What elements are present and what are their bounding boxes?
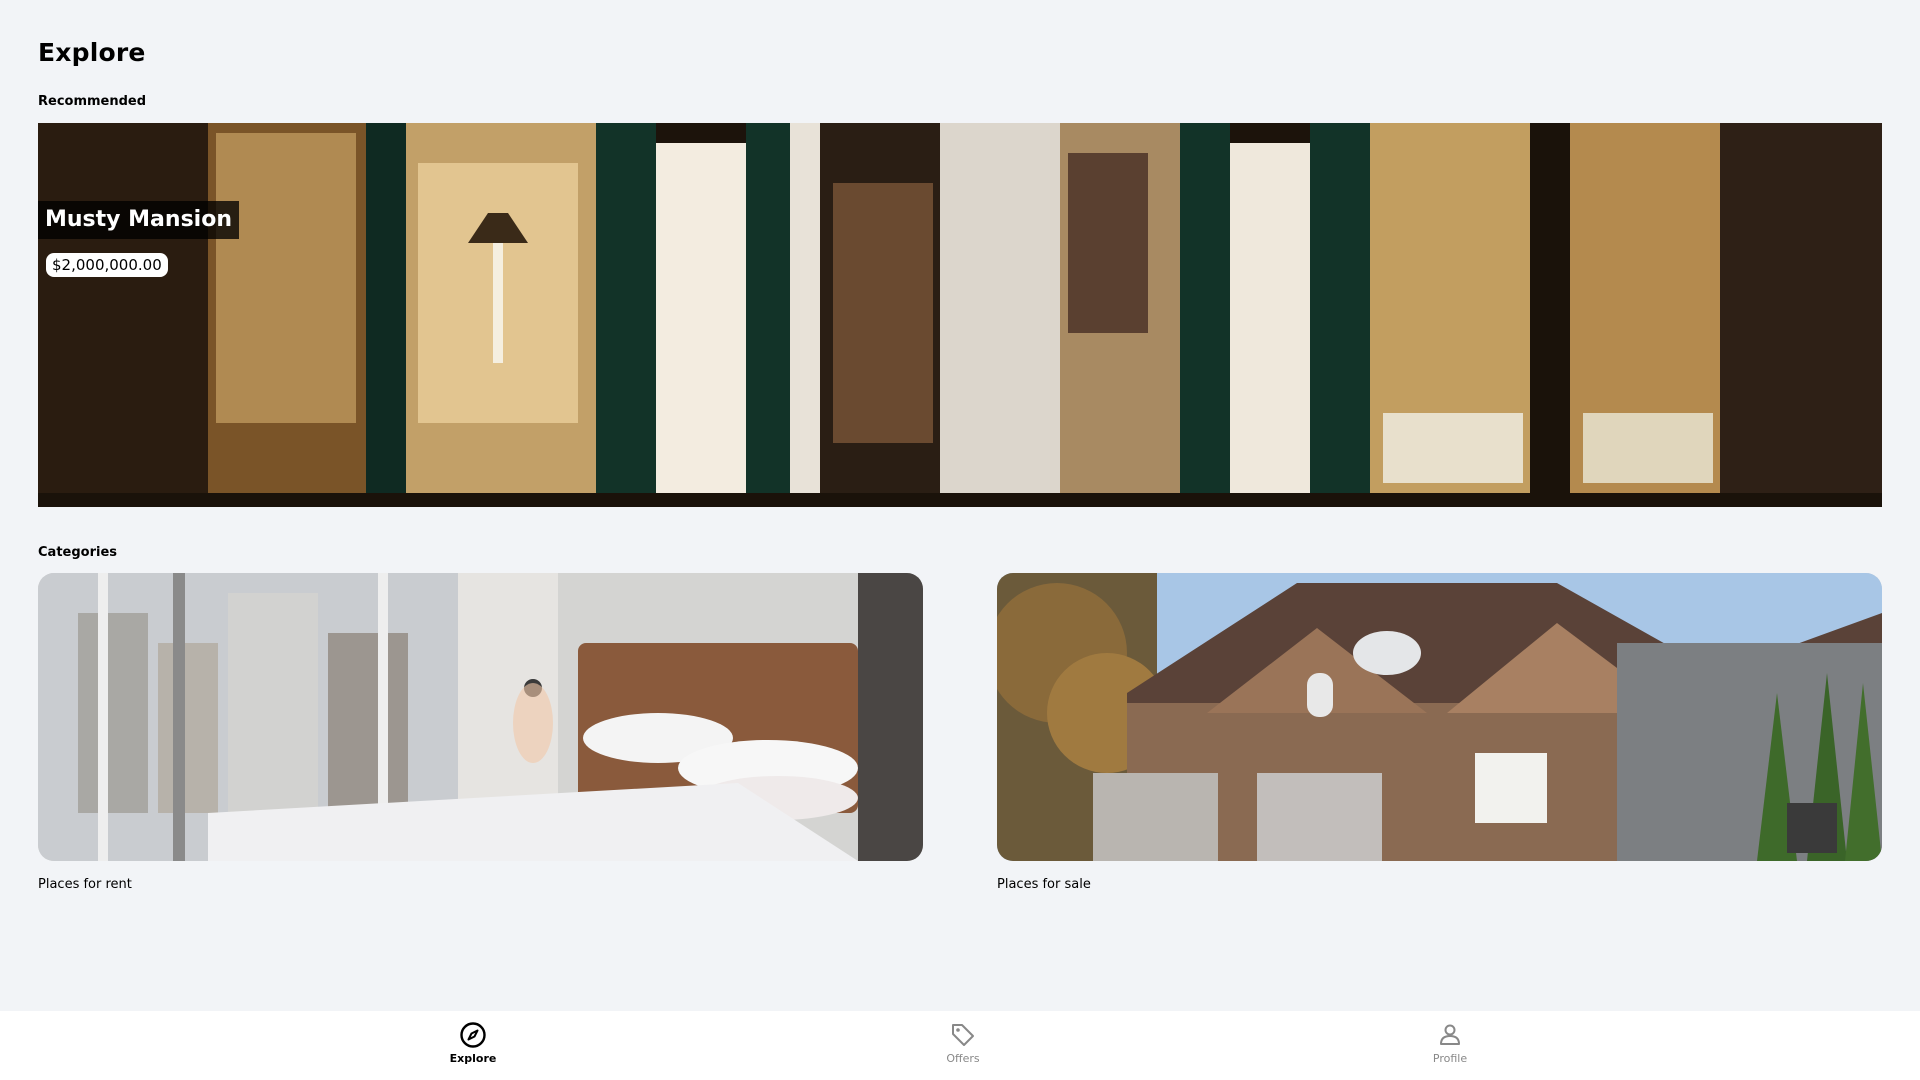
listing-price-badge: $2,000,000.00 (46, 253, 168, 277)
person-icon (1440, 1024, 1460, 1045)
category-sale-label: Places for sale (997, 877, 1091, 892)
tag-icon (952, 1024, 974, 1046)
recommended-heading: Recommended (38, 94, 147, 109)
category-places-for-rent[interactable]: Places for rent (38, 573, 923, 892)
recommended-listing-image (38, 123, 1882, 507)
nav-explore-label: Explore (449, 1052, 497, 1065)
recommended-listing-card[interactable]: Musty Mansion $2,000,000.00 (38, 123, 1882, 507)
category-sale-image (997, 573, 1882, 861)
compass-icon (460, 1022, 486, 1048)
page-title: Explore (38, 38, 146, 67)
nav-profile-label: Profile (1432, 1052, 1468, 1065)
category-rent-image (38, 573, 923, 861)
category-places-for-sale[interactable]: Places for sale (997, 573, 1882, 892)
nav-offers[interactable]: Offers (903, 1021, 1023, 1073)
nav-profile[interactable]: Profile (1390, 1021, 1510, 1073)
categories-heading: Categories (38, 545, 118, 560)
nav-offers-label: Offers (946, 1052, 980, 1065)
listing-name: Musty Mansion (38, 201, 239, 239)
nav-explore[interactable]: Explore (413, 1021, 533, 1073)
category-rent-label: Places for rent (38, 877, 132, 892)
bottom-navigation: Explore Offers Profile (0, 1011, 1920, 1080)
explore-page: Explore Recommended Musty Mansion $2,000… (0, 0, 1920, 1080)
